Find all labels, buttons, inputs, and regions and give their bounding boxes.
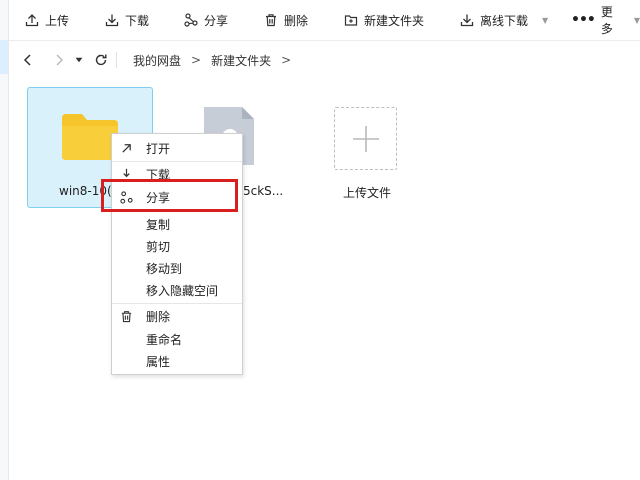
menu-item-download[interactable]: 下载: [112, 164, 242, 184]
upload-file-tile[interactable]: [334, 107, 397, 170]
menu-divider: [112, 161, 242, 162]
new-folder-button[interactable]: 新建文件夹: [344, 0, 424, 40]
navigation-bar: 我的网盘 > 新建文件夹 >: [9, 41, 640, 79]
toolbar: 上传 下载 分享 删除 新建文件夹 离线下载 ▼ ••• 更多 ▼: [9, 0, 640, 41]
download-label: 下载: [125, 13, 150, 28]
breadcrumb-root[interactable]: 我的网盘: [133, 52, 181, 69]
menu-item-cut[interactable]: 剪切: [112, 236, 242, 256]
new-folder-icon: [344, 15, 358, 26]
menu-item-move-to-hidden[interactable]: 移入隐藏空间: [112, 280, 242, 300]
more-dots-icon: •••: [571, 12, 596, 28]
trash-icon: [266, 14, 276, 27]
sidebar-selected-item[interactable]: [0, 40, 8, 74]
menu-item-move-to[interactable]: 移动到: [112, 258, 242, 278]
offline-download-button[interactable]: 离线下载 ▼: [460, 0, 548, 40]
file-name: win8-10(: [59, 184, 112, 198]
delete-label: 删除: [284, 13, 309, 28]
menu-item-open[interactable]: 打开: [112, 138, 242, 158]
breadcrumb-current[interactable]: 新建文件夹: [211, 52, 271, 69]
share-icon: [119, 190, 133, 204]
trash-icon: [119, 309, 133, 323]
back-arrow-icon[interactable]: [21, 53, 35, 67]
menu-item-delete[interactable]: 删除: [112, 306, 242, 326]
download-icon: [119, 167, 133, 181]
chevron-down-icon[interactable]: ▼: [542, 16, 548, 25]
menu-item-copy[interactable]: 复制: [112, 214, 242, 234]
breadcrumb: 我的网盘 > 新建文件夹 >: [133, 52, 301, 69]
forward-arrow-icon[interactable]: [52, 53, 66, 67]
more-button[interactable]: ••• 更多 ▼: [571, 0, 640, 40]
upload-button[interactable]: 上传: [25, 0, 69, 40]
left-sidebar-strip: [0, 0, 9, 480]
download-button[interactable]: 下载: [105, 0, 149, 40]
breadcrumb-separator[interactable]: >: [281, 53, 291, 67]
refresh-icon[interactable]: [94, 53, 108, 67]
menu-item-share[interactable]: 分享: [112, 187, 242, 207]
chevron-down-icon[interactable]: ▼: [634, 16, 640, 25]
context-menu: 打开 下载 分享 复制 剪切 移动到 移入隐藏空间 删除 重命名 属性: [111, 133, 243, 375]
plus-icon: [352, 125, 379, 152]
upload-icon: [25, 14, 39, 27]
delete-button[interactable]: 删除: [264, 0, 308, 40]
share-icon: [184, 13, 198, 27]
upload-label: 上传: [45, 13, 70, 28]
more-label: 更多: [600, 5, 613, 36]
download-icon: [105, 14, 119, 27]
file-name[interactable]: 5ckS...: [243, 184, 283, 198]
offline-download-icon: [460, 14, 474, 27]
nav-divider: [116, 52, 117, 68]
menu-item-properties[interactable]: 属性: [112, 351, 242, 371]
upload-file-label[interactable]: 上传文件: [343, 184, 391, 201]
offline-download-label: 离线下载: [480, 13, 529, 28]
share-button[interactable]: 分享: [184, 0, 228, 40]
share-label: 分享: [204, 13, 229, 28]
menu-divider: [112, 303, 242, 304]
new-folder-label: 新建文件夹: [364, 13, 425, 28]
history-dropdown-icon[interactable]: [75, 56, 83, 64]
open-arrow-icon: [119, 141, 133, 155]
breadcrumb-separator: >: [191, 53, 202, 67]
menu-item-rename[interactable]: 重命名: [112, 329, 242, 349]
